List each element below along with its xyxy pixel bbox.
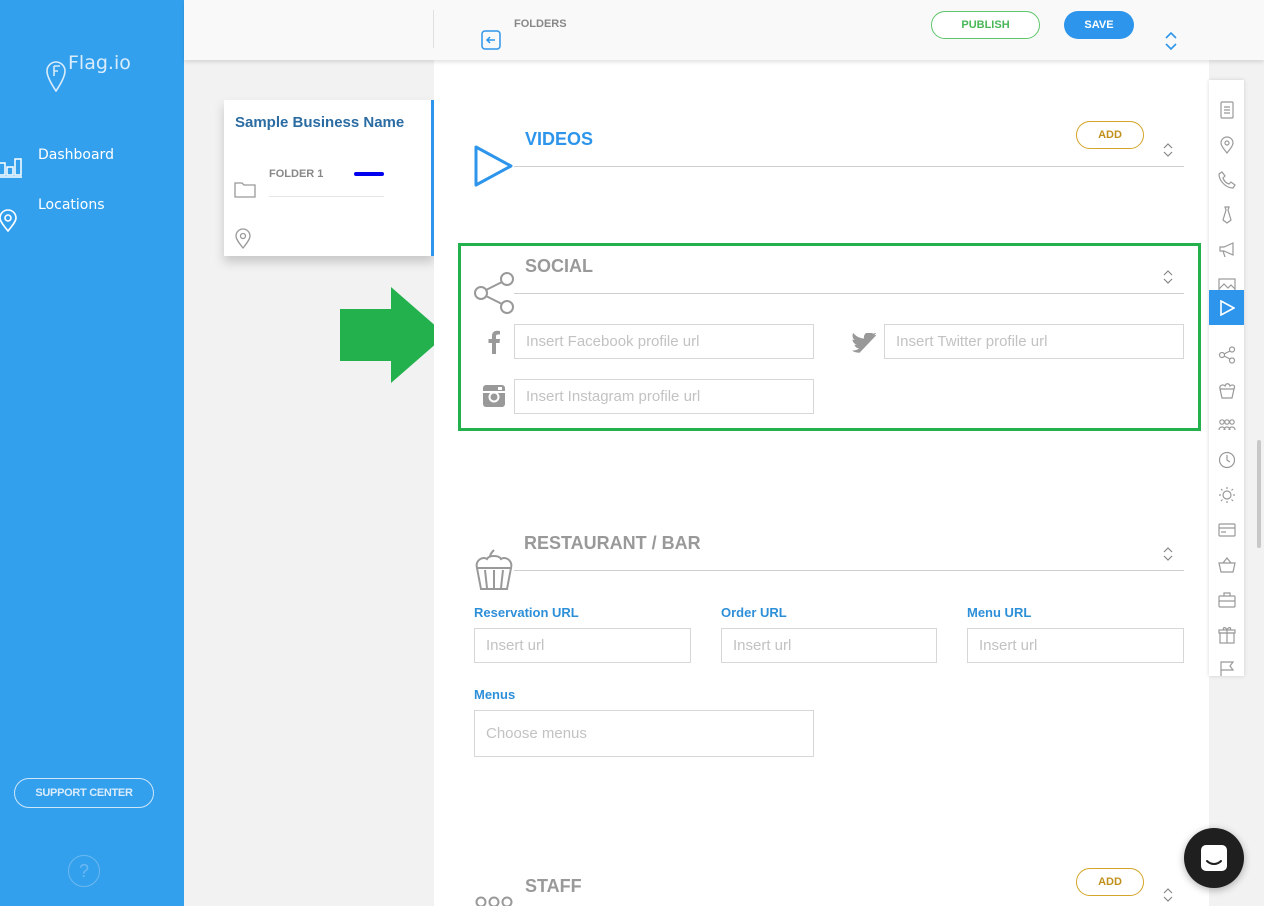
menus-select[interactable]: Choose menus: [474, 710, 814, 757]
videos-divider: [514, 166, 1184, 167]
videos-title: VIDEOS: [525, 129, 594, 149]
folder-icon: [234, 182, 256, 198]
menu-url-label: Menu URL: [967, 605, 1032, 620]
breadcrumb: FOLDERS: [514, 18, 567, 30]
social-title: SOCIAL: [525, 256, 594, 276]
restaurant-title: RESTAURANT / BAR: [524, 533, 701, 553]
rail-credit-card-icon[interactable]: [1209, 512, 1244, 547]
cupcake-icon: [475, 549, 513, 590]
folder-card: Sample Business Name FOLDER 1: [224, 100, 434, 256]
facebook-icon: [488, 330, 500, 354]
rail-gift-icon[interactable]: [1209, 617, 1244, 652]
rail-people-icon[interactable]: [1209, 407, 1244, 442]
rail-phone-icon[interactable]: [1209, 162, 1244, 197]
rail-clock-icon[interactable]: [1209, 442, 1244, 477]
support-center-button[interactable]: SUPPORT CENTER: [14, 778, 154, 808]
people-icon: [475, 896, 513, 906]
instagram-icon: [483, 385, 505, 407]
rail-document-icon[interactable]: [1209, 92, 1244, 127]
reservation-url-input[interactable]: Insert url: [474, 628, 691, 663]
collapse-icon[interactable]: [1163, 888, 1173, 902]
staff-title: STAFF: [525, 876, 582, 896]
order-url-input[interactable]: Insert url: [721, 628, 937, 663]
section-nav-rail: [1209, 80, 1244, 676]
rail-tie-icon[interactable]: [1209, 197, 1244, 232]
rail-megaphone-icon[interactable]: [1209, 232, 1244, 267]
collapse-icon[interactable]: [1163, 547, 1173, 561]
rail-play-icon[interactable]: [1209, 290, 1244, 325]
location-pin-icon: [0, 209, 17, 233]
folder-color-indicator: [354, 172, 384, 176]
restaurant-divider: [514, 570, 1184, 571]
rail-cupcake-icon[interactable]: [1209, 372, 1244, 407]
staff-add-button[interactable]: ADD: [1076, 868, 1144, 896]
publish-button[interactable]: PUBLISH: [931, 11, 1040, 39]
rail-sun-icon[interactable]: [1209, 477, 1244, 512]
social-divider: [514, 293, 1184, 294]
rail-location-pin-icon[interactable]: [1209, 127, 1244, 162]
sidebar: Flag.io Dashboard Locations SUPPORT CENT…: [0, 0, 184, 906]
rail-share-icon[interactable]: [1209, 337, 1244, 372]
chat-widget-button[interactable]: [1184, 828, 1244, 888]
nav-dashboard-label: Dashboard: [38, 147, 114, 163]
order-url-label: Order URL: [721, 605, 787, 620]
videos-add-button[interactable]: ADD: [1076, 121, 1144, 149]
rail-flag-icon[interactable]: [1209, 652, 1244, 676]
topbar-divider: [433, 10, 434, 48]
rail-briefcase-icon[interactable]: [1209, 582, 1244, 617]
back-arrow-icon[interactable]: [481, 30, 501, 50]
location-pin-icon: [235, 228, 251, 250]
dashboard-icon: [0, 158, 22, 178]
top-bar: FOLDERS PUBLISH SAVE: [184, 0, 1264, 60]
nav-locations-label: Locations: [38, 197, 105, 213]
collapse-icon[interactable]: [1163, 143, 1173, 157]
business-name[interactable]: Sample Business Name: [235, 114, 404, 131]
facebook-url-input[interactable]: Insert Facebook profile url: [514, 324, 814, 359]
share-icon: [474, 272, 514, 314]
play-icon: [474, 145, 513, 187]
flag-logo-icon: [46, 61, 66, 92]
scrollbar-thumb[interactable]: [1257, 440, 1261, 548]
menu-url-input[interactable]: Insert url: [967, 628, 1184, 663]
reservation-url-label: Reservation URL: [474, 605, 579, 620]
main-panel: VIDEOS ADD SOCIAL Insert Facebook profil…: [434, 60, 1209, 906]
folder-label[interactable]: FOLDER 1: [269, 168, 323, 180]
collapse-icon[interactable]: [1163, 270, 1173, 284]
menus-label: Menus: [474, 687, 516, 702]
twitter-icon: [852, 333, 876, 353]
green-arrow-annotation: [340, 287, 446, 383]
rail-basket-icon[interactable]: [1209, 547, 1244, 582]
brand-name: Flag.io: [68, 52, 131, 74]
chat-icon: [1201, 845, 1227, 871]
collapse-all-icon[interactable]: [1164, 32, 1178, 50]
help-icon[interactable]: ?: [68, 855, 100, 887]
folder-divider: [269, 196, 384, 197]
instagram-url-input[interactable]: Insert Instagram profile url: [514, 379, 814, 414]
twitter-url-input[interactable]: Insert Twitter profile url: [884, 324, 1184, 359]
save-button[interactable]: SAVE: [1064, 11, 1134, 39]
